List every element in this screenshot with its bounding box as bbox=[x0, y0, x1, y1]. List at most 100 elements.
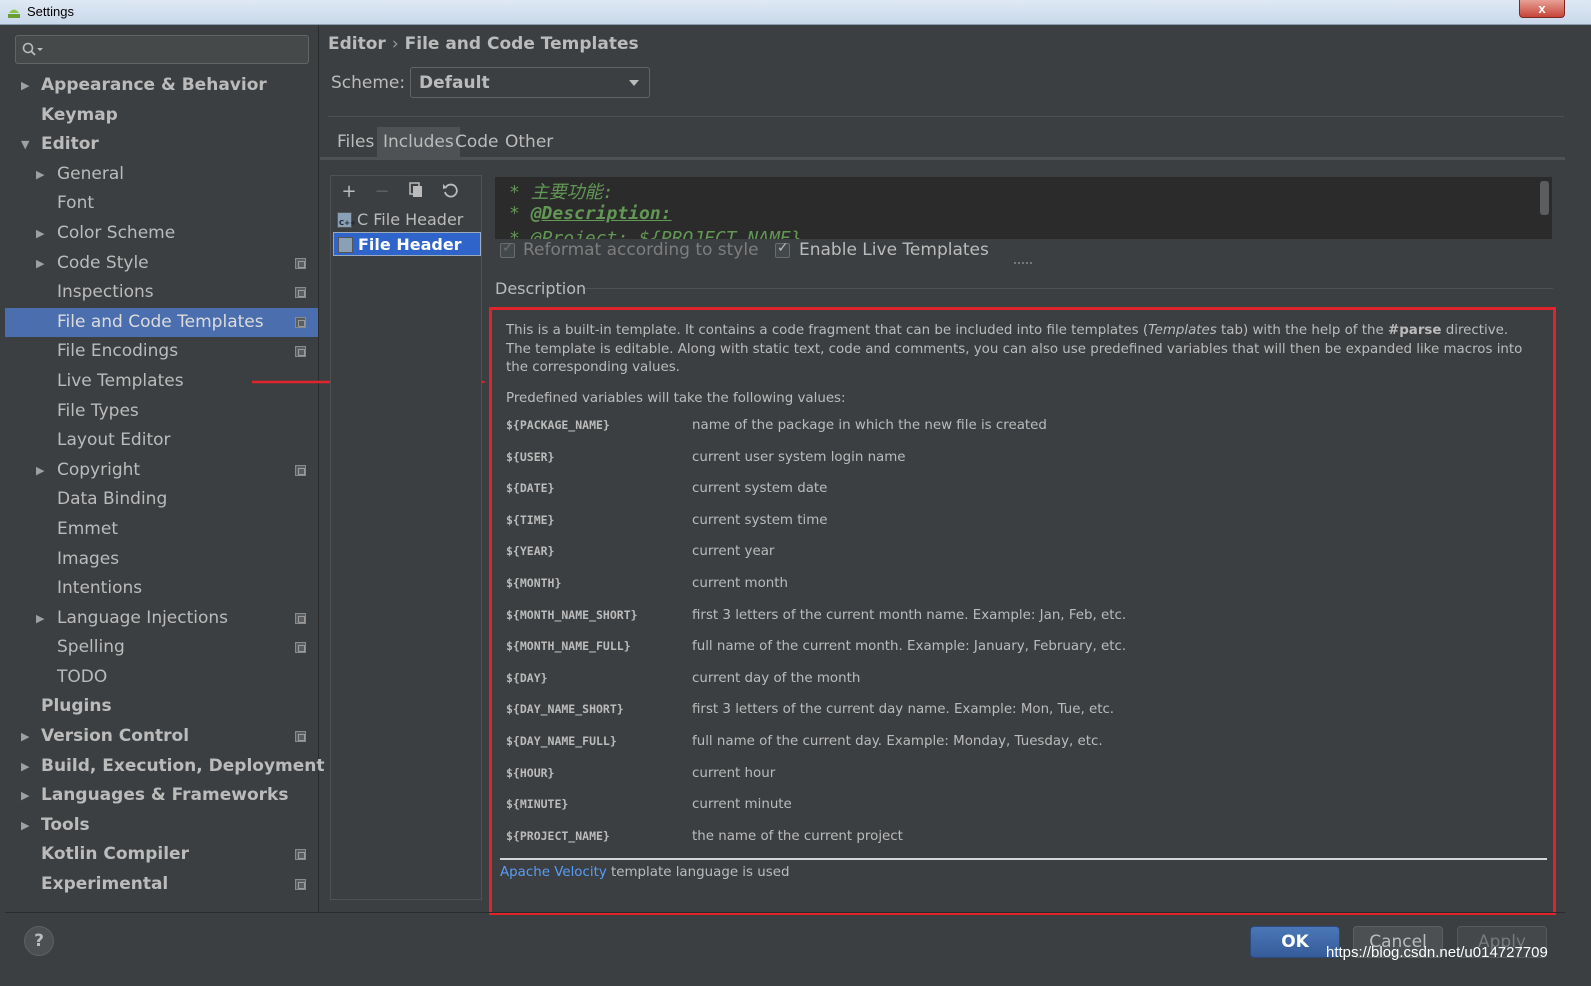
file-icon bbox=[338, 237, 353, 253]
live-templates-label: Enable Live Templates bbox=[799, 240, 989, 260]
sidebar-item-spelling[interactable]: Spelling bbox=[5, 633, 318, 663]
sidebar-item-languages-frameworks[interactable]: ▶ Languages & Frameworks bbox=[5, 781, 318, 811]
project-scope-icon bbox=[295, 287, 306, 299]
splitter-handle[interactable] bbox=[1014, 262, 1032, 266]
sidebar-item-label: Code Style bbox=[57, 252, 149, 273]
sidebar-item-tools[interactable]: ▶ Tools bbox=[5, 811, 318, 841]
sidebar-item-label: Images bbox=[57, 548, 120, 569]
android-studio-icon bbox=[8, 9, 20, 18]
sidebar-item-label: General bbox=[57, 163, 124, 184]
sidebar-item-appearance-behavior[interactable]: ▶ Appearance & Behavior bbox=[5, 71, 318, 101]
reset-icon[interactable] bbox=[440, 182, 460, 202]
expand-right-icon[interactable]: ▶ bbox=[36, 456, 44, 486]
project-scope-icon bbox=[295, 731, 306, 743]
sidebar-item-label: Copyright bbox=[57, 459, 141, 480]
watermark: https://blog.csdn.net/u014727709 bbox=[1326, 944, 1548, 961]
breadcrumb-separator: › bbox=[391, 34, 399, 54]
highlight-box bbox=[489, 307, 1556, 915]
sidebar-item-label: Kotlin Compiler bbox=[41, 844, 189, 865]
search-field[interactable] bbox=[15, 35, 309, 64]
sidebar-item-editor[interactable]: ▼ Editor bbox=[5, 130, 318, 160]
expand-right-icon[interactable]: ▶ bbox=[36, 249, 44, 279]
expand-right-icon[interactable]: ▶ bbox=[21, 811, 29, 841]
sidebar-item-label: Spelling bbox=[57, 637, 125, 658]
sidebar-item-code-style[interactable]: ▶ Code Style bbox=[5, 249, 318, 279]
sidebar-item-label: Editor bbox=[41, 134, 99, 155]
sidebar-item-build-execution-deployment[interactable]: ▶ Build, Execution, Deployment bbox=[5, 752, 325, 782]
sidebar-item-label: Version Control bbox=[41, 726, 190, 747]
sidebar-item-emmet[interactable]: Emmet bbox=[5, 515, 318, 545]
sidebar-item-label: File Encodings bbox=[57, 341, 179, 362]
sidebar-item-font[interactable]: Font bbox=[5, 189, 318, 219]
sidebar-item-file-encodings[interactable]: File Encodings bbox=[5, 337, 318, 367]
scheme-value: Default bbox=[419, 73, 490, 93]
template-toolbar: + − bbox=[331, 176, 481, 206]
sidebar-item-intentions[interactable]: Intentions bbox=[5, 574, 318, 604]
help-button[interactable]: ? bbox=[24, 926, 54, 956]
sidebar-item-label: Keymap bbox=[41, 104, 118, 125]
expand-right-icon[interactable]: ▶ bbox=[36, 160, 44, 190]
editor-line: * @Description: bbox=[509, 203, 672, 224]
sidebar-item-data-binding[interactable]: Data Binding bbox=[5, 485, 318, 515]
window-title: Settings bbox=[27, 4, 74, 19]
template-item-c-file-header[interactable]: C++ C File Header bbox=[333, 208, 481, 232]
sidebar-item-label: File Types bbox=[57, 400, 139, 421]
sidebar-item-experimental[interactable]: Experimental bbox=[5, 870, 318, 900]
expand-right-icon[interactable]: ▶ bbox=[21, 722, 29, 752]
search-icon bbox=[22, 42, 43, 56]
sidebar-item-file-types[interactable]: File Types bbox=[5, 397, 318, 427]
sidebar-item-kotlin-compiler[interactable]: Kotlin Compiler bbox=[5, 840, 318, 870]
sidebar-item-todo[interactable]: TODO bbox=[5, 663, 318, 693]
template-name: File Header bbox=[358, 235, 462, 254]
tab-files[interactable]: Files bbox=[331, 127, 380, 158]
project-scope-icon bbox=[295, 346, 306, 358]
template-item-file-header[interactable]: File Header bbox=[333, 232, 481, 256]
editor-scrollbar[interactable] bbox=[1540, 181, 1549, 215]
sidebar-item-file-and-code-templates[interactable]: File and Code Templates bbox=[5, 307, 318, 338]
expand-right-icon[interactable]: ▶ bbox=[21, 781, 29, 811]
expand-right-icon[interactable]: ▶ bbox=[21, 752, 29, 782]
sidebar-item-copyright[interactable]: ▶ Copyright bbox=[5, 456, 318, 486]
sidebar-item-general[interactable]: ▶ General bbox=[5, 160, 318, 190]
close-button[interactable]: x bbox=[1519, 0, 1565, 18]
sidebar-item-label: Build, Execution, Deployment bbox=[41, 755, 325, 776]
tab-code[interactable]: Code bbox=[449, 127, 505, 158]
sidebar-item-layout-editor[interactable]: Layout Editor bbox=[5, 426, 318, 456]
copy-icon[interactable] bbox=[406, 182, 426, 202]
sidebar-item-label: File and Code Templates bbox=[57, 311, 264, 332]
sidebar-item-images[interactable]: Images bbox=[5, 545, 318, 575]
sidebar-item-keymap[interactable]: Keymap bbox=[5, 101, 318, 131]
live-templates-checkbox[interactable]: ✓ bbox=[775, 240, 790, 258]
title-bar: Settings x bbox=[0, 0, 1591, 25]
sidebar-item-color-scheme[interactable]: ▶ Color Scheme bbox=[5, 219, 318, 249]
remove-icon[interactable]: − bbox=[372, 182, 392, 202]
reformat-label: Reformat according to style bbox=[523, 240, 759, 260]
project-scope-icon bbox=[295, 849, 306, 861]
tab-includes[interactable]: Includes bbox=[377, 127, 460, 158]
sidebar-item-plugins[interactable]: Plugins bbox=[5, 692, 318, 722]
sidebar-item-label: Language Injections bbox=[57, 607, 229, 628]
expand-right-icon[interactable]: ▶ bbox=[36, 604, 44, 634]
sidebar-item-label: Live Templates bbox=[57, 370, 184, 391]
reformat-checkbox[interactable]: ✓ bbox=[500, 240, 515, 258]
expand-right-icon[interactable]: ▶ bbox=[36, 219, 44, 249]
project-scope-icon bbox=[295, 879, 306, 891]
sidebar-item-label: TODO bbox=[57, 666, 108, 687]
expand-down-icon[interactable]: ▼ bbox=[21, 130, 29, 160]
template-editor[interactable]: * 主要功能: * @Description: * @Project: ${PR… bbox=[495, 177, 1552, 239]
search-input[interactable] bbox=[48, 40, 298, 60]
editor-line: * @Project: ${PROJECT_NAME} bbox=[509, 228, 802, 239]
sidebar-item-inspections[interactable]: Inspections bbox=[5, 278, 318, 308]
breadcrumb-current: File and Code Templates bbox=[404, 34, 639, 54]
scheme-dropdown[interactable]: Default bbox=[410, 67, 650, 98]
tab-other[interactable]: Other bbox=[499, 127, 559, 158]
breadcrumb-parent: Editor bbox=[328, 34, 386, 54]
sidebar-item-label: Intentions bbox=[57, 578, 143, 599]
sidebar-item-label: Emmet bbox=[57, 518, 118, 539]
sidebar-item-language-injections[interactable]: ▶ Language Injections bbox=[5, 604, 318, 634]
sidebar-item-version-control[interactable]: ▶ Version Control bbox=[5, 722, 318, 752]
project-scope-icon bbox=[295, 257, 306, 269]
expand-right-icon[interactable]: ▶ bbox=[21, 71, 29, 101]
add-icon[interactable]: + bbox=[339, 182, 359, 202]
sidebar-item-label: Data Binding bbox=[57, 489, 168, 510]
